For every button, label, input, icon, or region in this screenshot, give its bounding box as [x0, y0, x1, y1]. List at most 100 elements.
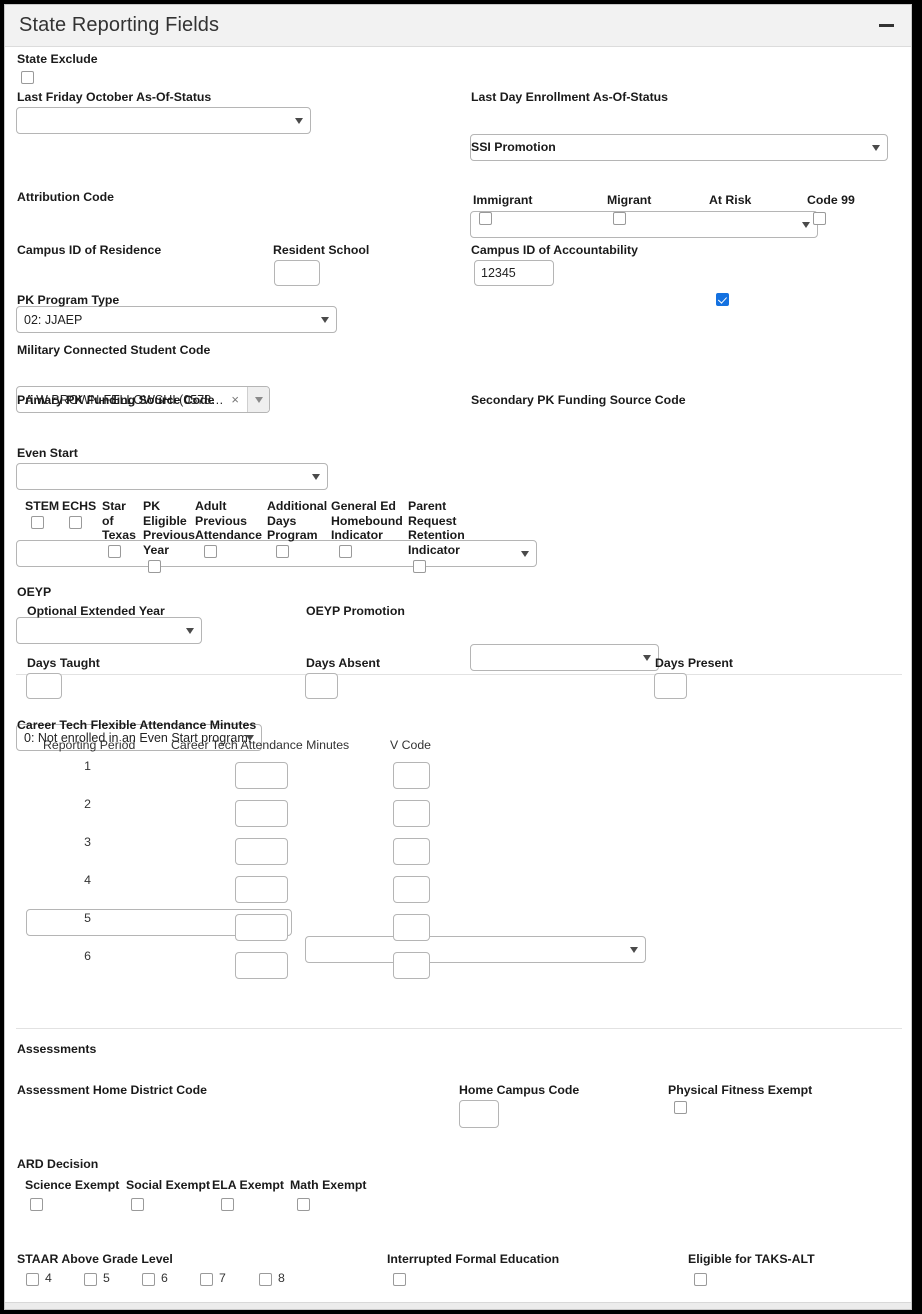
at-risk-label: At Risk [709, 193, 752, 207]
primary-pk-funding-label: Primary PK Funding Source Code [17, 393, 215, 407]
star-of-texas-checkbox[interactable] [108, 545, 121, 558]
attribution-code-value: 02: JJAEP [24, 312, 83, 327]
immigrant-checkbox[interactable] [479, 212, 492, 225]
days-present-input[interactable] [654, 673, 687, 699]
assessments-title: Assessments [17, 1042, 97, 1056]
career-tech-vcode-input[interactable] [393, 914, 430, 941]
migrant-checkbox[interactable] [613, 212, 626, 225]
campus-id-residence-label: Campus ID of Residence [17, 243, 162, 257]
pk-eligible-previous-year-label: PK Eligible Previous Year [143, 499, 195, 557]
staar-grade-7-label: 7 [219, 1271, 226, 1285]
career-tech-minutes-input[interactable] [235, 952, 288, 979]
career-tech-row-period: 3 [84, 835, 91, 849]
resident-school-input[interactable] [274, 260, 320, 286]
chevron-down-icon[interactable] [247, 387, 269, 412]
campus-id-accountability-label: Campus ID of Accountability [471, 243, 638, 257]
staar-grade-6-checkbox[interactable] [142, 1273, 155, 1286]
staar-above-grade-level-label: STAAR Above Grade Level [17, 1252, 173, 1266]
career-tech-col-v-code: V Code [390, 738, 432, 752]
assessment-home-district-code-label: Assessment Home District Code [17, 1083, 207, 1097]
adult-previous-attendance-checkbox[interactable] [204, 545, 217, 558]
stem-label: STEM [25, 499, 60, 513]
career-tech-vcode-input[interactable] [393, 838, 430, 865]
clear-icon[interactable]: × [229, 393, 247, 406]
career-tech-minutes-input[interactable] [235, 914, 288, 941]
page-root: State Reporting Fields State Exclude Las… [0, 0, 922, 1314]
home-campus-code-input[interactable] [459, 1100, 499, 1128]
career-tech-row-period: 5 [84, 911, 91, 925]
state-exclude-checkbox[interactable] [21, 71, 34, 84]
staar-grade-7-checkbox[interactable] [200, 1273, 213, 1286]
stem-checkbox[interactable] [31, 516, 44, 529]
oeyp-promotion-label: OEYP Promotion [306, 604, 405, 618]
career-tech-vcode-input[interactable] [393, 952, 430, 979]
career-tech-vcode-input[interactable] [393, 876, 430, 903]
science-exempt-checkbox[interactable] [30, 1198, 43, 1211]
chevron-down-icon [802, 221, 810, 228]
staar-grade-4-label: 4 [45, 1271, 52, 1285]
at-risk-checkbox[interactable] [716, 293, 729, 306]
ssi-promotion-label: SSI Promotion [471, 140, 556, 154]
career-tech-minutes-input[interactable] [235, 800, 288, 827]
attribution-code-label: Attribution Code [17, 190, 114, 204]
days-absent-input[interactable] [305, 673, 338, 699]
career-tech-title: Career Tech Flexible Attendance Minutes [17, 718, 257, 732]
eligible-taks-alt-checkbox[interactable] [694, 1273, 707, 1286]
career-tech-vcode-input[interactable] [393, 762, 430, 789]
general-ed-homebound-indicator-checkbox[interactable] [339, 545, 352, 558]
minus-icon[interactable] [875, 15, 897, 37]
staar-grade-4-checkbox[interactable] [26, 1273, 39, 1286]
general-ed-homebound-indicator-label: General Ed Homebound Indicator [331, 499, 403, 542]
chevron-down-icon [186, 627, 194, 634]
chevron-down-icon [521, 550, 529, 557]
staar-grade-8-label: 8 [278, 1271, 285, 1285]
staar-grade-8-checkbox[interactable] [259, 1273, 272, 1286]
last-friday-october-select[interactable] [16, 107, 311, 134]
echs-label: ECHS [62, 499, 97, 513]
page-title: State Reporting Fields [19, 14, 220, 36]
ela-exempt-checkbox[interactable] [221, 1198, 234, 1211]
chevron-down-icon [321, 316, 329, 323]
interrupted-formal-education-checkbox[interactable] [393, 1273, 406, 1286]
chevron-down-icon [872, 144, 880, 151]
divider [16, 1028, 902, 1029]
code-99-label: Code 99 [807, 193, 855, 207]
state-reporting-fields-card: State Reporting Fields State Exclude Las… [4, 4, 912, 1310]
pk-program-type-select[interactable] [16, 463, 328, 490]
home-campus-code-label: Home Campus Code [459, 1083, 580, 1097]
echs-checkbox[interactable] [69, 516, 82, 529]
adult-previous-attendance-label: Adult Previous Attendance [195, 499, 262, 542]
career-tech-minutes-input[interactable] [235, 762, 288, 789]
days-taught-input[interactable] [26, 673, 62, 699]
staar-grade-5-label: 5 [103, 1271, 110, 1285]
staar-grade-5-checkbox[interactable] [84, 1273, 97, 1286]
pk-program-type-label: PK Program Type [17, 293, 120, 307]
interrupted-formal-education-label: Interrupted Formal Education [387, 1252, 560, 1266]
optional-extended-year-label: Optional Extended Year [27, 604, 165, 618]
campus-id-accountability-input[interactable] [474, 260, 554, 286]
divider [16, 674, 902, 675]
pk-eligible-previous-year-checkbox[interactable] [148, 560, 161, 573]
career-tech-vcode-input[interactable] [393, 800, 430, 827]
parent-request-retention-indicator-label: Parent Request Retention Indicator [408, 499, 465, 557]
science-exempt-label: Science Exempt [25, 1178, 120, 1192]
horizontal-scrollbar[interactable] [5, 1302, 911, 1309]
oeyp-promotion-select[interactable] [305, 936, 646, 963]
days-present-label: Days Present [655, 656, 733, 670]
social-exempt-checkbox[interactable] [131, 1198, 144, 1211]
social-exempt-label: Social Exempt [126, 1178, 211, 1192]
career-tech-minutes-input[interactable] [235, 838, 288, 865]
physical-fitness-exempt-checkbox[interactable] [674, 1101, 687, 1114]
chevron-down-icon [643, 654, 651, 661]
parent-request-retention-indicator-checkbox[interactable] [413, 560, 426, 573]
math-exempt-checkbox[interactable] [297, 1198, 310, 1211]
primary-pk-funding-select[interactable] [16, 617, 202, 644]
additional-days-program-checkbox[interactable] [276, 545, 289, 558]
secondary-pk-funding-select[interactable] [470, 644, 659, 671]
ssi-promotion-select[interactable] [470, 211, 818, 238]
star-of-texas-label: Star of Texas [102, 499, 136, 542]
attribution-code-select[interactable]: 02: JJAEP [16, 306, 337, 333]
code-99-checkbox[interactable] [813, 212, 826, 225]
career-tech-minutes-input[interactable] [235, 876, 288, 903]
chevron-down-icon [295, 117, 303, 124]
